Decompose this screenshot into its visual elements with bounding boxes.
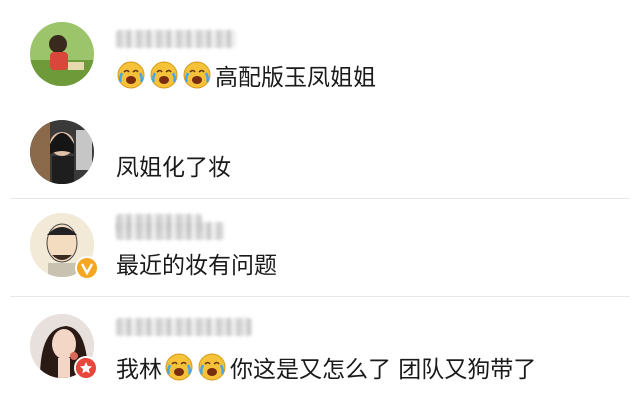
comment-text-segment-1: 我林 <box>116 357 162 383</box>
comment-text: 我林 你这是又怎么了 团队又狗带了 <box>116 350 536 384</box>
comment-text-label: 最近的妆有问题 <box>116 253 277 279</box>
divider <box>10 198 630 199</box>
avatar-photo-icon <box>30 22 94 86</box>
verified-badge-icon <box>75 256 99 280</box>
username-blurred[interactable] <box>116 214 202 232</box>
username-blurred[interactable] <box>116 30 236 48</box>
comment-item-1: 高配版玉凤姐姐 <box>0 0 640 100</box>
comment-item-2: 凤姐化了妆 <box>0 100 640 240</box>
avatar-photo-icon <box>30 120 94 184</box>
laugh-cry-icon <box>164 352 194 382</box>
verified-badge-icon <box>74 356 98 380</box>
comment-text-label: 高配版玉凤姐姐 <box>215 65 376 91</box>
avatar[interactable] <box>30 120 94 184</box>
comment-text-segment-2: 你这是又怎么了 团队又狗带了 <box>230 357 537 383</box>
comment-item-3: 最近的妆有问题 <box>0 200 640 296</box>
comment-text: 高配版玉凤姐姐 <box>116 58 376 92</box>
avatar[interactable] <box>30 22 94 86</box>
comment-text-label: 凤姐化了妆 <box>116 155 231 181</box>
comment-text: 最近的妆有问题 <box>116 246 277 280</box>
comment-text: 凤姐化了妆 <box>116 148 231 182</box>
comment-item-4: 我林 你这是又怎么了 团队又狗带了 <box>0 298 640 402</box>
laugh-cry-icon <box>182 60 212 90</box>
laugh-cry-icon <box>116 60 146 90</box>
username-blurred[interactable] <box>116 318 252 336</box>
divider <box>10 296 630 297</box>
laugh-cry-icon <box>149 60 179 90</box>
laugh-cry-icon <box>197 352 227 382</box>
